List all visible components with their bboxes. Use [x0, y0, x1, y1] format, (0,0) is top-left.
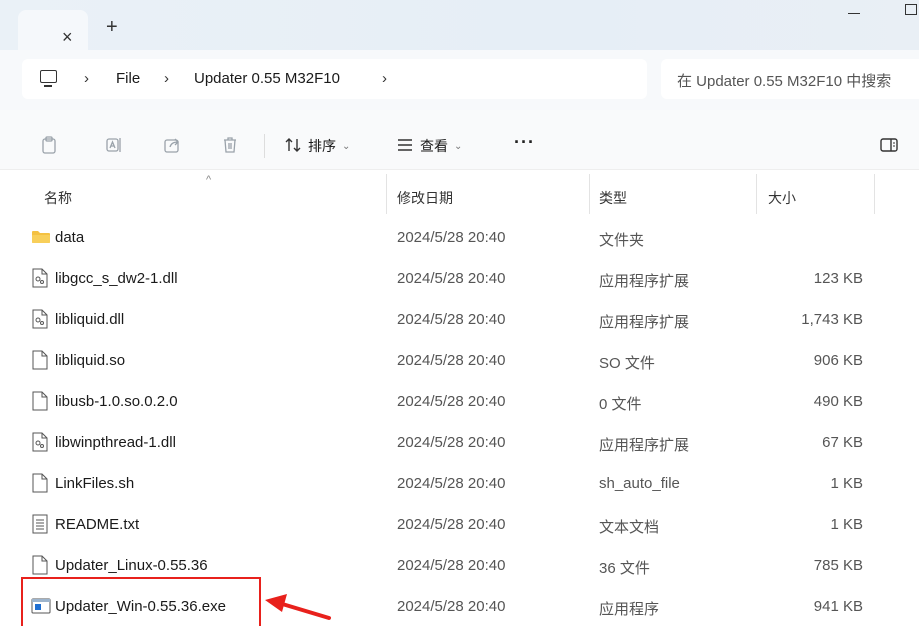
file-name: libwinpthread-1.dll: [55, 434, 176, 451]
file-size: 1,743 KB: [801, 311, 863, 328]
file-row[interactable]: LinkFiles.sh 2024/5/28 20:40 sh_auto_fil…: [0, 464, 919, 505]
file-size: 1 KB: [830, 516, 863, 533]
title-bar: × +: [0, 0, 919, 50]
sort-ascending-icon: ^: [206, 174, 212, 186]
details-pane-icon[interactable]: [880, 136, 898, 154]
file-type: SO 文件: [599, 355, 655, 372]
file-date: 2024/5/28 20:40: [397, 598, 506, 615]
file-size: 67 KB: [822, 434, 863, 451]
file-date: 2024/5/28 20:40: [397, 352, 506, 369]
paste-icon[interactable]: [40, 136, 58, 154]
view-icon: [396, 136, 414, 157]
file-date: 2024/5/28 20:40: [397, 557, 506, 574]
file-date: 2024/5/28 20:40: [397, 270, 506, 287]
file-type: 应用程序: [599, 601, 660, 618]
address-row: › File › Updater 0.55 M32F10 › 在 Updater…: [0, 50, 919, 110]
file-date: 2024/5/28 20:40: [397, 229, 506, 246]
file-date: 2024/5/28 20:40: [397, 516, 506, 533]
file-name: README.txt: [55, 516, 140, 533]
dll-file-icon: [31, 432, 49, 452]
command-bar: 排序 ⌄ 查看 ⌄ ···: [0, 110, 919, 170]
text-file-icon: [31, 514, 49, 534]
file-row[interactable]: libusb-1.0.so.0.2.0 2024/5/28 20:40 0 文件…: [0, 382, 919, 423]
file-type: 应用程序扩展: [599, 314, 690, 331]
column-date[interactable]: 修改日期: [397, 188, 453, 208]
breadcrumb-updater[interactable]: Updater 0.55 M32F10: [194, 70, 340, 87]
file-size: 785 KB: [813, 557, 863, 574]
toolbar-divider: [264, 134, 265, 158]
file-date: 2024/5/28 20:40: [397, 393, 506, 410]
more-options-button[interactable]: ···: [514, 132, 535, 153]
file-type: sh_auto_file: [599, 475, 680, 492]
file-date: 2024/5/28 20:40: [397, 434, 506, 451]
explorer-tab[interactable]: ×: [18, 10, 88, 50]
new-tab-button[interactable]: +: [106, 17, 118, 37]
column-type[interactable]: 类型: [599, 188, 627, 208]
blank-file-icon: [31, 555, 49, 575]
breadcrumb-file[interactable]: File: [116, 70, 140, 87]
view-button[interactable]: 查看 ⌄: [396, 134, 462, 158]
sort-label: 排序: [308, 138, 336, 154]
view-label: 查看: [420, 138, 448, 154]
file-name: libusb-1.0.so.0.2.0: [55, 393, 178, 410]
chevron-down-icon: ⌄: [342, 140, 351, 152]
blank-file-icon: [31, 391, 49, 411]
file-type: 应用程序扩展: [599, 273, 690, 290]
folder-icon: [31, 227, 50, 247]
file-row[interactable]: libliquid.dll 2024/5/28 20:40 应用程序扩展 1,7…: [0, 300, 919, 341]
address-bar[interactable]: › File › Updater 0.55 M32F10 ›: [22, 59, 647, 99]
file-name: libliquid.so: [55, 352, 126, 369]
column-divider[interactable]: [386, 174, 387, 214]
file-size: 906 KB: [813, 352, 863, 369]
search-placeholder: 在 Updater 0.55 M32F10 中搜索: [677, 73, 892, 90]
file-type: 文本文档: [599, 519, 660, 536]
file-type: 36 文件: [599, 560, 650, 577]
file-date: 2024/5/28 20:40: [397, 311, 506, 328]
blank-file-icon: [31, 473, 49, 493]
search-box[interactable]: 在 Updater 0.55 M32F10 中搜索: [661, 59, 919, 99]
breadcrumb-chevron[interactable]: ›: [164, 70, 169, 87]
file-row[interactable]: README.txt 2024/5/28 20:40 文本文档 1 KB: [0, 505, 919, 546]
dll-file-icon: [31, 309, 49, 329]
annotation-highlight-box: [21, 577, 261, 626]
minimize-button[interactable]: [848, 4, 862, 18]
file-name: data: [55, 229, 85, 246]
column-divider[interactable]: [756, 174, 757, 214]
this-pc-icon[interactable]: [40, 70, 57, 87]
delete-icon[interactable]: [221, 136, 239, 154]
column-divider[interactable]: [874, 174, 875, 214]
blank-file-icon: [31, 350, 49, 370]
file-name: libliquid.dll: [55, 311, 125, 328]
file-row[interactable]: libwinpthread-1.dll 2024/5/28 20:40 应用程序…: [0, 423, 919, 464]
file-size: 123 KB: [813, 270, 863, 287]
file-size: 1 KB: [830, 475, 863, 492]
file-size: 941 KB: [813, 598, 863, 615]
breadcrumb-chevron[interactable]: ›: [84, 70, 89, 87]
breadcrumb-chevron[interactable]: ›: [382, 70, 387, 87]
file-row[interactable]: data 2024/5/28 20:40 文件夹: [0, 218, 919, 259]
file-name: LinkFiles.sh: [55, 475, 135, 492]
file-size: 490 KB: [813, 393, 863, 410]
column-header: ^ 名称 修改日期 类型 大小: [0, 170, 919, 218]
file-date: 2024/5/28 20:40: [397, 475, 506, 492]
file-name: libgcc_s_dw2-1.dll: [55, 270, 178, 287]
annotation-arrow-icon: [265, 594, 331, 620]
file-row[interactable]: libgcc_s_dw2-1.dll 2024/5/28 20:40 应用程序扩…: [0, 259, 919, 300]
sort-icon: [284, 136, 302, 157]
dll-file-icon: [31, 268, 49, 288]
column-divider[interactable]: [589, 174, 590, 214]
file-type: 文件夹: [599, 232, 645, 249]
file-name: Updater_Linux-0.55.36: [55, 557, 208, 574]
column-name[interactable]: 名称: [44, 188, 72, 208]
file-row[interactable]: libliquid.so 2024/5/28 20:40 SO 文件 906 K…: [0, 341, 919, 382]
rename-icon[interactable]: [105, 136, 123, 154]
file-type: 0 文件: [599, 396, 642, 413]
maximize-button[interactable]: [905, 4, 917, 15]
column-size[interactable]: 大小: [768, 188, 796, 208]
close-tab-icon[interactable]: ×: [62, 28, 73, 46]
chevron-down-icon: ⌄: [454, 140, 463, 152]
share-icon[interactable]: [163, 136, 181, 154]
file-type: 应用程序扩展: [599, 437, 690, 454]
sort-button[interactable]: 排序 ⌄: [284, 134, 350, 158]
